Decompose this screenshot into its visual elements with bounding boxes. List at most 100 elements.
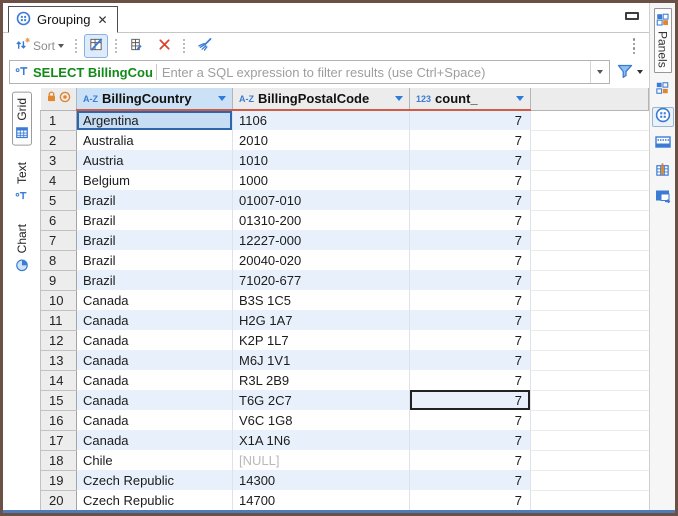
cell-count[interactable]: 7 (410, 430, 531, 450)
apply-filter-button[interactable] (616, 63, 643, 82)
cell-billingpostalcode[interactable]: V6C 1G8 (233, 410, 410, 430)
calc-panel-button[interactable] (652, 80, 674, 100)
cell-count[interactable]: 7 (410, 210, 531, 230)
row-number[interactable]: 12 (41, 330, 77, 350)
row-number[interactable]: 19 (41, 470, 77, 490)
tab-text[interactable]: Text (12, 156, 32, 208)
row-number[interactable]: 18 (41, 450, 77, 470)
row-number[interactable]: 11 (41, 310, 77, 330)
row-number[interactable]: 13 (41, 350, 77, 370)
cell-billingpostalcode[interactable]: X1A 1N6 (233, 430, 410, 450)
grid-corner-cell[interactable] (41, 88, 77, 110)
cell-count[interactable]: 7 (410, 230, 531, 250)
cell-count[interactable]: 7 (410, 310, 531, 330)
cell-count[interactable]: 7 (410, 450, 531, 470)
cell-billingcountry[interactable]: Canada (77, 310, 233, 330)
row-number[interactable]: 17 (41, 430, 77, 450)
cell-billingcountry[interactable]: Czech Republic (77, 490, 233, 510)
cell-billingcountry[interactable]: Canada (77, 350, 233, 370)
grouping-panel-button[interactable] (652, 107, 674, 127)
value-viewer-panel-button[interactable] (652, 188, 674, 208)
cell-billingcountry[interactable]: Argentina (77, 110, 233, 130)
cell-billingcountry[interactable]: Brazil (77, 230, 233, 250)
cell-count[interactable]: 7 (410, 470, 531, 490)
sql-filter-box[interactable]: SELECT BillingCou (9, 60, 610, 84)
references-panel-button[interactable] (652, 161, 674, 181)
tab-chart[interactable]: Chart (12, 218, 32, 278)
cell-billingcountry[interactable]: Canada (77, 430, 233, 450)
cell-billingcountry[interactable]: Australia (77, 130, 233, 150)
cell-billingpostalcode[interactable]: B3S 1C5 (233, 290, 410, 310)
cell-billingpostalcode[interactable]: 14300 (233, 470, 410, 490)
cell-billingcountry[interactable]: Belgium (77, 170, 233, 190)
row-number[interactable]: 20 (41, 490, 77, 510)
cell-billingcountry[interactable]: Canada (77, 390, 233, 410)
cell-count[interactable]: 7 (410, 170, 531, 190)
column-menu-icon[interactable] (516, 96, 524, 101)
row-number[interactable]: 14 (41, 370, 77, 390)
row-number[interactable]: 9 (41, 270, 77, 290)
cell-billingcountry[interactable]: Canada (77, 410, 233, 430)
show-duplicates-toggle[interactable] (84, 34, 108, 58)
remove-column-button[interactable] (153, 34, 176, 58)
cell-count[interactable]: 7 (410, 350, 531, 370)
cell-billingcountry[interactable]: Brazil (77, 190, 233, 210)
row-number[interactable]: 1 (41, 110, 77, 130)
cell-billingpostalcode[interactable]: [NULL] (233, 450, 410, 470)
clear-grouping-button[interactable] (192, 34, 217, 58)
cell-billingpostalcode[interactable]: T6G 2C7 (233, 390, 410, 410)
row-number[interactable]: 2 (41, 130, 77, 150)
cell-billingpostalcode[interactable]: 2010 (233, 130, 410, 150)
column-header-count[interactable]: 123 count_ (410, 88, 531, 110)
cell-billingcountry[interactable]: Austria (77, 150, 233, 170)
close-icon[interactable]: ✕ (96, 13, 108, 27)
row-number[interactable]: 15 (41, 390, 77, 410)
cell-billingpostalcode[interactable]: 12227-000 (233, 230, 410, 250)
row-number[interactable]: 8 (41, 250, 77, 270)
cell-count[interactable]: 7 (410, 110, 531, 130)
row-number[interactable]: 10 (41, 290, 77, 310)
column-menu-icon[interactable] (218, 96, 226, 101)
cell-count[interactable]: 7 (410, 130, 531, 150)
row-number[interactable]: 3 (41, 150, 77, 170)
cell-billingpostalcode[interactable]: 1000 (233, 170, 410, 190)
tab-grid[interactable]: Grid (12, 92, 32, 146)
metadata-panel-button[interactable] (652, 134, 674, 154)
cell-billingpostalcode[interactable]: R3L 2B9 (233, 370, 410, 390)
row-number[interactable]: 5 (41, 190, 77, 210)
column-header-billingcountry[interactable]: A-Z BillingCountry (77, 88, 233, 110)
cell-billingpostalcode[interactable]: 01310-200 (233, 210, 410, 230)
cell-count[interactable]: 7 (410, 370, 531, 390)
cell-billingcountry[interactable]: Canada (77, 330, 233, 350)
cell-count[interactable]: 7 (410, 150, 531, 170)
row-number[interactable]: 6 (41, 210, 77, 230)
cell-count[interactable]: 7 (410, 330, 531, 350)
cell-count[interactable]: 7 (410, 270, 531, 290)
row-number[interactable]: 7 (41, 230, 77, 250)
cell-billingpostalcode[interactable]: 71020-677 (233, 270, 410, 290)
cell-billingpostalcode[interactable]: K2P 1L7 (233, 330, 410, 350)
cell-count[interactable]: 7 (410, 390, 531, 410)
cell-count[interactable]: 7 (410, 290, 531, 310)
cell-billingpostalcode[interactable]: M6J 1V1 (233, 350, 410, 370)
column-header-billingpostalcode[interactable]: A-Z BillingPostalCode (233, 88, 410, 110)
column-menu-icon[interactable] (395, 96, 403, 101)
cell-count[interactable]: 7 (410, 490, 531, 510)
filter-input[interactable] (162, 65, 590, 80)
cell-count[interactable]: 7 (410, 250, 531, 270)
cell-count[interactable]: 7 (410, 410, 531, 430)
toolbar-overflow-button[interactable] (633, 38, 636, 54)
cell-billingcountry[interactable]: Brazil (77, 270, 233, 290)
row-number[interactable]: 16 (41, 410, 77, 430)
cell-billingcountry[interactable]: Canada (77, 370, 233, 390)
cell-billingpostalcode[interactable]: 01007-010 (233, 190, 410, 210)
cell-billingcountry[interactable]: Czech Republic (77, 470, 233, 490)
cell-billingpostalcode[interactable]: H2G 1A7 (233, 310, 410, 330)
cell-billingpostalcode[interactable]: 1010 (233, 150, 410, 170)
tab-panels[interactable]: Panels (654, 8, 672, 73)
filter-history-dropdown[interactable] (590, 61, 609, 83)
cell-billingcountry[interactable]: Brazil (77, 250, 233, 270)
minimize-panel-button[interactable] (625, 12, 639, 20)
cell-billingcountry[interactable]: Chile (77, 450, 233, 470)
cell-billingcountry[interactable]: Canada (77, 290, 233, 310)
